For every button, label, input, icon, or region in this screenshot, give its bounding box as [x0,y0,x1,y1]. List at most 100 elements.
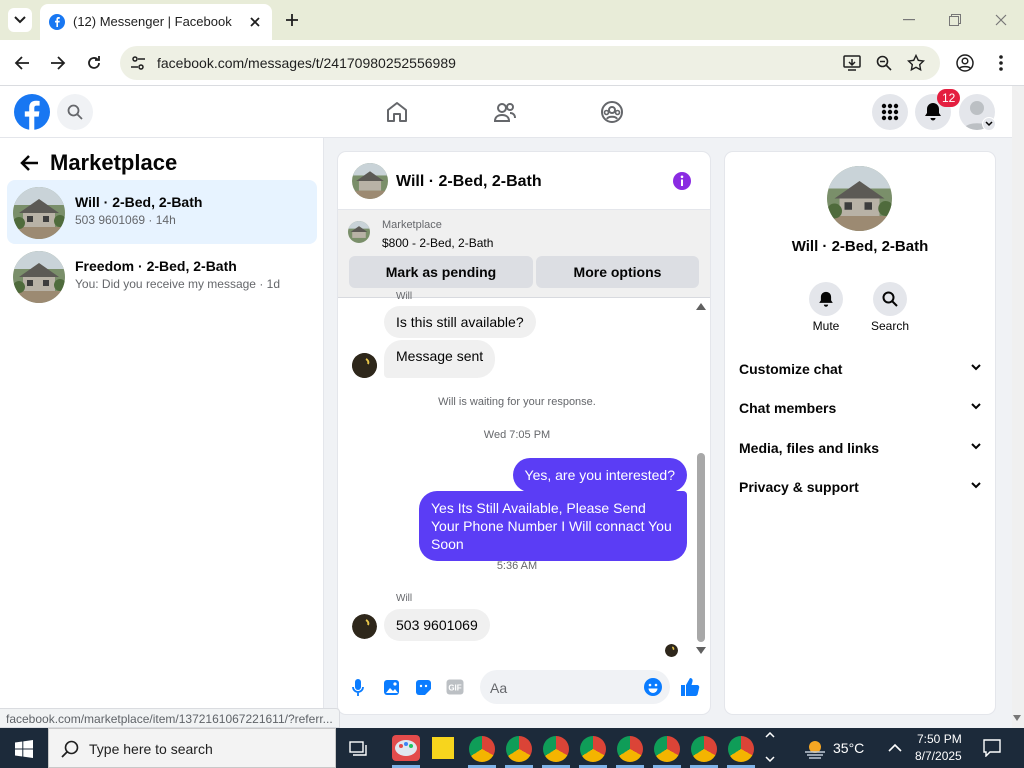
chat-scrollbar-thumb[interactable] [697,453,705,642]
chevron-down-icon [985,121,993,127]
chat-members-section[interactable]: Chat members [739,397,983,421]
account-chevron[interactable] [982,117,996,131]
tab-search-button[interactable] [8,8,32,32]
bookmark-star-icon[interactable] [907,54,925,72]
groups-icon[interactable] [600,100,624,124]
friends-icon[interactable] [493,100,517,124]
search-icon [882,291,898,307]
message-bubble[interactable]: 503 9601069 [384,609,490,641]
contact-avatar-large[interactable] [827,166,892,231]
profile-photo-icon [352,353,377,378]
chrome-profile-icon[interactable] [543,736,569,762]
minimize-icon[interactable] [903,19,915,21]
clock-date[interactable]: 8/7/2025 [915,749,962,763]
taskbar-scroll-up-icon[interactable] [765,732,775,738]
reload-icon[interactable] [86,55,102,71]
chrome-profile-icon[interactable] [728,736,754,762]
seen-receipt-avatar [665,644,678,657]
taskbar-scroll-down-icon[interactable] [765,756,775,762]
chrome-profile-icon[interactable] [691,736,717,762]
site-info-icon[interactable] [130,55,146,71]
install-app-icon[interactable] [843,54,861,72]
message-bubble[interactable]: Is this still available? [384,306,536,338]
chevron-down-icon [14,16,26,24]
taskbar-search-box[interactable]: Type here to search [48,728,336,768]
new-tab-icon[interactable] [285,13,299,27]
listing-thumbnail [13,251,65,303]
weather-icon[interactable] [803,737,827,759]
facebook-logo-icon[interactable] [14,94,50,130]
chrome-icon[interactable] [469,736,495,762]
chrome-profile-icon[interactable] [617,736,643,762]
chat-avatar[interactable] [352,163,388,199]
restore-icon[interactable] [949,14,961,26]
listing-price[interactable]: $800 - 2-Bed, 2-Bath [382,236,493,250]
sender-avatar[interactable] [352,614,377,639]
profile-icon[interactable] [956,54,974,72]
sender-avatar[interactable] [352,353,377,378]
thumbs-up-icon[interactable] [680,677,700,697]
info-icon[interactable] [672,171,692,191]
chevron-down-icon [971,364,981,371]
search-conversation-button[interactable] [873,282,907,316]
sticker-icon[interactable] [415,679,432,696]
chat-title[interactable]: Will · 2-Bed, 2-Bath [396,173,542,191]
sticky-notes-icon[interactable] [432,737,454,759]
section-label: Media, files and links [739,440,880,456]
chevron-down-icon [971,403,981,410]
taskbar-search-placeholder: Type here to search [89,741,213,757]
notification-center-icon[interactable] [983,739,1001,757]
conversation-item-freedom[interactable]: Freedom · 2-Bed, 2-Bath You: Did you rec… [7,244,317,308]
menu-button[interactable] [872,94,908,130]
timestamp-divider: Wed 7:05 PM [483,429,551,441]
back-icon[interactable] [14,55,30,71]
close-tab-icon[interactable] [249,16,261,28]
search-facebook-button[interactable] [57,94,93,130]
chrome-profile-icon[interactable] [654,736,680,762]
back-arrow-icon[interactable] [19,154,39,172]
address-bar[interactable]: facebook.com/messages/t/2417098025255698… [120,46,940,80]
sidebar-title: Marketplace [50,150,178,175]
privacy-support-section[interactable]: Privacy & support [739,476,983,500]
mark-pending-button[interactable]: Mark as pending [349,256,533,288]
section-label: Customize chat [739,361,843,377]
task-view-icon[interactable] [349,739,369,757]
photo-icon[interactable] [383,679,400,696]
listing-thumbnail[interactable] [348,221,370,243]
browser-tab-bar: (12) Messenger | Facebook [0,0,1024,40]
message-sender-top: Will [396,291,413,302]
search-icon [67,104,83,120]
forward-icon[interactable] [50,55,66,71]
zoom-icon[interactable] [876,55,892,71]
clock-time[interactable]: 7:50 PM [917,732,962,746]
chrome-profile-icon[interactable] [580,736,606,762]
message-bubble-outgoing[interactable]: Yes, are you interested? [512,458,687,492]
message-input[interactable]: Aa [480,670,670,704]
mute-button[interactable] [809,282,843,316]
close-window-icon[interactable] [995,14,1007,26]
page-scroll-down-icon[interactable] [1013,715,1021,721]
windows-start-icon[interactable] [15,740,33,758]
media-files-links-section[interactable]: Media, files and links [739,437,983,461]
more-options-button[interactable]: More options [536,256,699,288]
message-bubble-outgoing[interactable]: Yes Its Still Available, Please Send You… [419,491,687,561]
conversation-name: Freedom · 2-Bed, 2-Bath [75,258,237,274]
page-scrollbar[interactable] [1012,86,1024,728]
browser-tab-messenger[interactable]: (12) Messenger | Facebook [40,4,272,40]
home-icon[interactable] [385,100,409,124]
chrome-profile-icon[interactable] [506,736,532,762]
listing-source: Marketplace [382,219,442,231]
kebab-menu-icon[interactable] [999,54,1003,72]
gif-icon[interactable]: GIF [446,679,464,695]
emoji-icon[interactable] [644,678,662,696]
show-hidden-icons-icon[interactable] [888,743,902,752]
chat-scroll-down-icon[interactable] [696,647,706,654]
chat-scroll-up-icon[interactable] [696,303,706,310]
message-bubble[interactable]: Message sent [384,340,496,378]
customize-chat-section[interactable]: Customize chat [739,358,983,382]
microphone-icon[interactable] [352,679,364,697]
conversation-item-will[interactable]: Will · 2-Bed, 2-Bath 503 9601069 · 14h [7,180,317,244]
waiting-notice: Will is waiting for your response. [438,396,596,408]
paint-app-icon[interactable] [392,735,420,761]
temperature[interactable]: 35°C [833,740,864,756]
